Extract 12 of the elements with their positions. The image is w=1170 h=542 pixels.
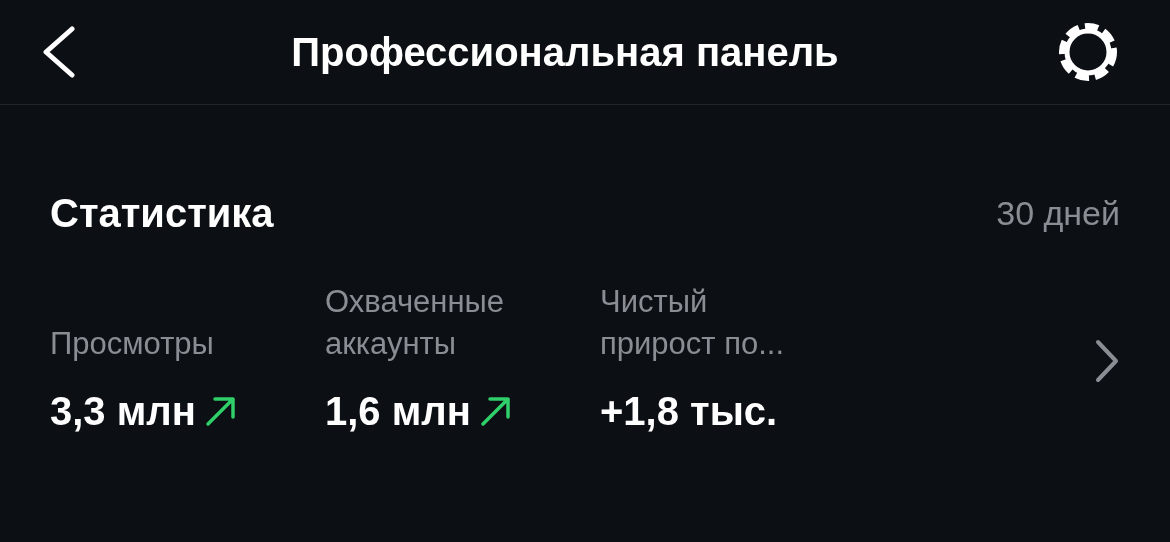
back-icon bbox=[40, 26, 76, 78]
period-label[interactable]: 30 дней bbox=[996, 187, 1120, 239]
section-title: Статистика bbox=[50, 190, 274, 237]
back-button[interactable] bbox=[40, 26, 76, 78]
metric-label: Охваченные аккаунты bbox=[325, 283, 506, 363]
metric-label: Просмотры bbox=[50, 324, 215, 363]
metric-value: 3,3 млн bbox=[50, 387, 196, 435]
page-title: Профессиональная панель bbox=[291, 29, 839, 76]
chevron-right-icon[interactable] bbox=[1094, 338, 1120, 383]
metric-label: Чистый прирост по... bbox=[600, 283, 785, 363]
metric-value: 1,6 млн bbox=[325, 387, 471, 435]
metric-value: +1,8 тыс. bbox=[600, 387, 778, 435]
